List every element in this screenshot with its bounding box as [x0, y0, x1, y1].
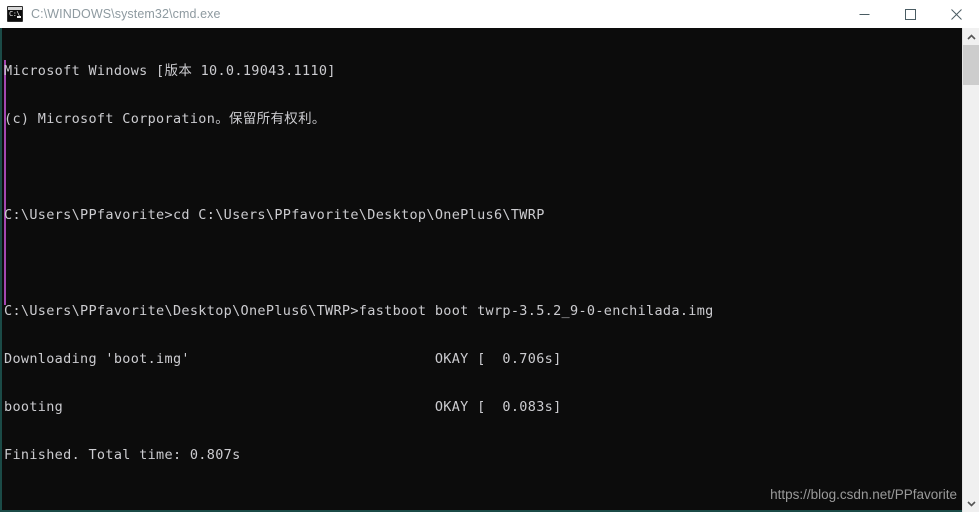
- console-line: booting OKAY [ 0.083s]: [4, 399, 562, 415]
- console-text-block: Microsoft Windows [版本 10.0.19043.1110] (…: [4, 31, 954, 510]
- console-line: Downloading 'boot.img' OKAY [ 0.706s]: [4, 351, 562, 367]
- console-line: C:\Users\PPfavorite\Desktop\OnePlus6\TWR…: [4, 303, 714, 319]
- minimize-icon: [859, 13, 869, 15]
- console-line: Microsoft Windows [版本 10.0.19043.1110]: [4, 63, 336, 79]
- maximize-icon: [904, 8, 916, 20]
- close-button[interactable]: [933, 0, 979, 28]
- console-line: Finished. Total time: 0.807s: [4, 447, 241, 463]
- console-output-area[interactable]: Microsoft Windows [版本 10.0.19043.1110] (…: [0, 28, 979, 512]
- console-line: C:\Users\PPfavorite>cd C:\Users\PPfavori…: [4, 207, 545, 223]
- close-icon: [950, 8, 962, 20]
- minimize-button[interactable]: [841, 0, 887, 28]
- scroll-down-arrow[interactable]: [963, 495, 979, 512]
- watermark-text: https://blog.csdn.net/PPfavorite: [770, 487, 957, 502]
- title-bar[interactable]: C:\ C:\WINDOWS\system32\cmd.exe: [0, 0, 979, 28]
- chevron-up-icon: [966, 33, 976, 40]
- scroll-thumb[interactable]: [963, 45, 979, 85]
- console-line: (c) Microsoft Corporation。保留所有权利。: [4, 111, 326, 127]
- chevron-down-icon: [966, 500, 976, 507]
- maximize-button[interactable]: [887, 0, 933, 28]
- cmd-console-icon: C:\: [7, 6, 23, 22]
- icon-cursor-glyph: [17, 16, 21, 18]
- window-title: C:\WINDOWS\system32\cmd.exe: [31, 7, 221, 21]
- window-controls: [841, 0, 979, 28]
- scroll-up-arrow[interactable]: [963, 28, 979, 45]
- cmd-window: C:\ C:\WINDOWS\system32\cmd.exe Microsof…: [0, 0, 979, 512]
- vertical-scrollbar[interactable]: [962, 28, 979, 512]
